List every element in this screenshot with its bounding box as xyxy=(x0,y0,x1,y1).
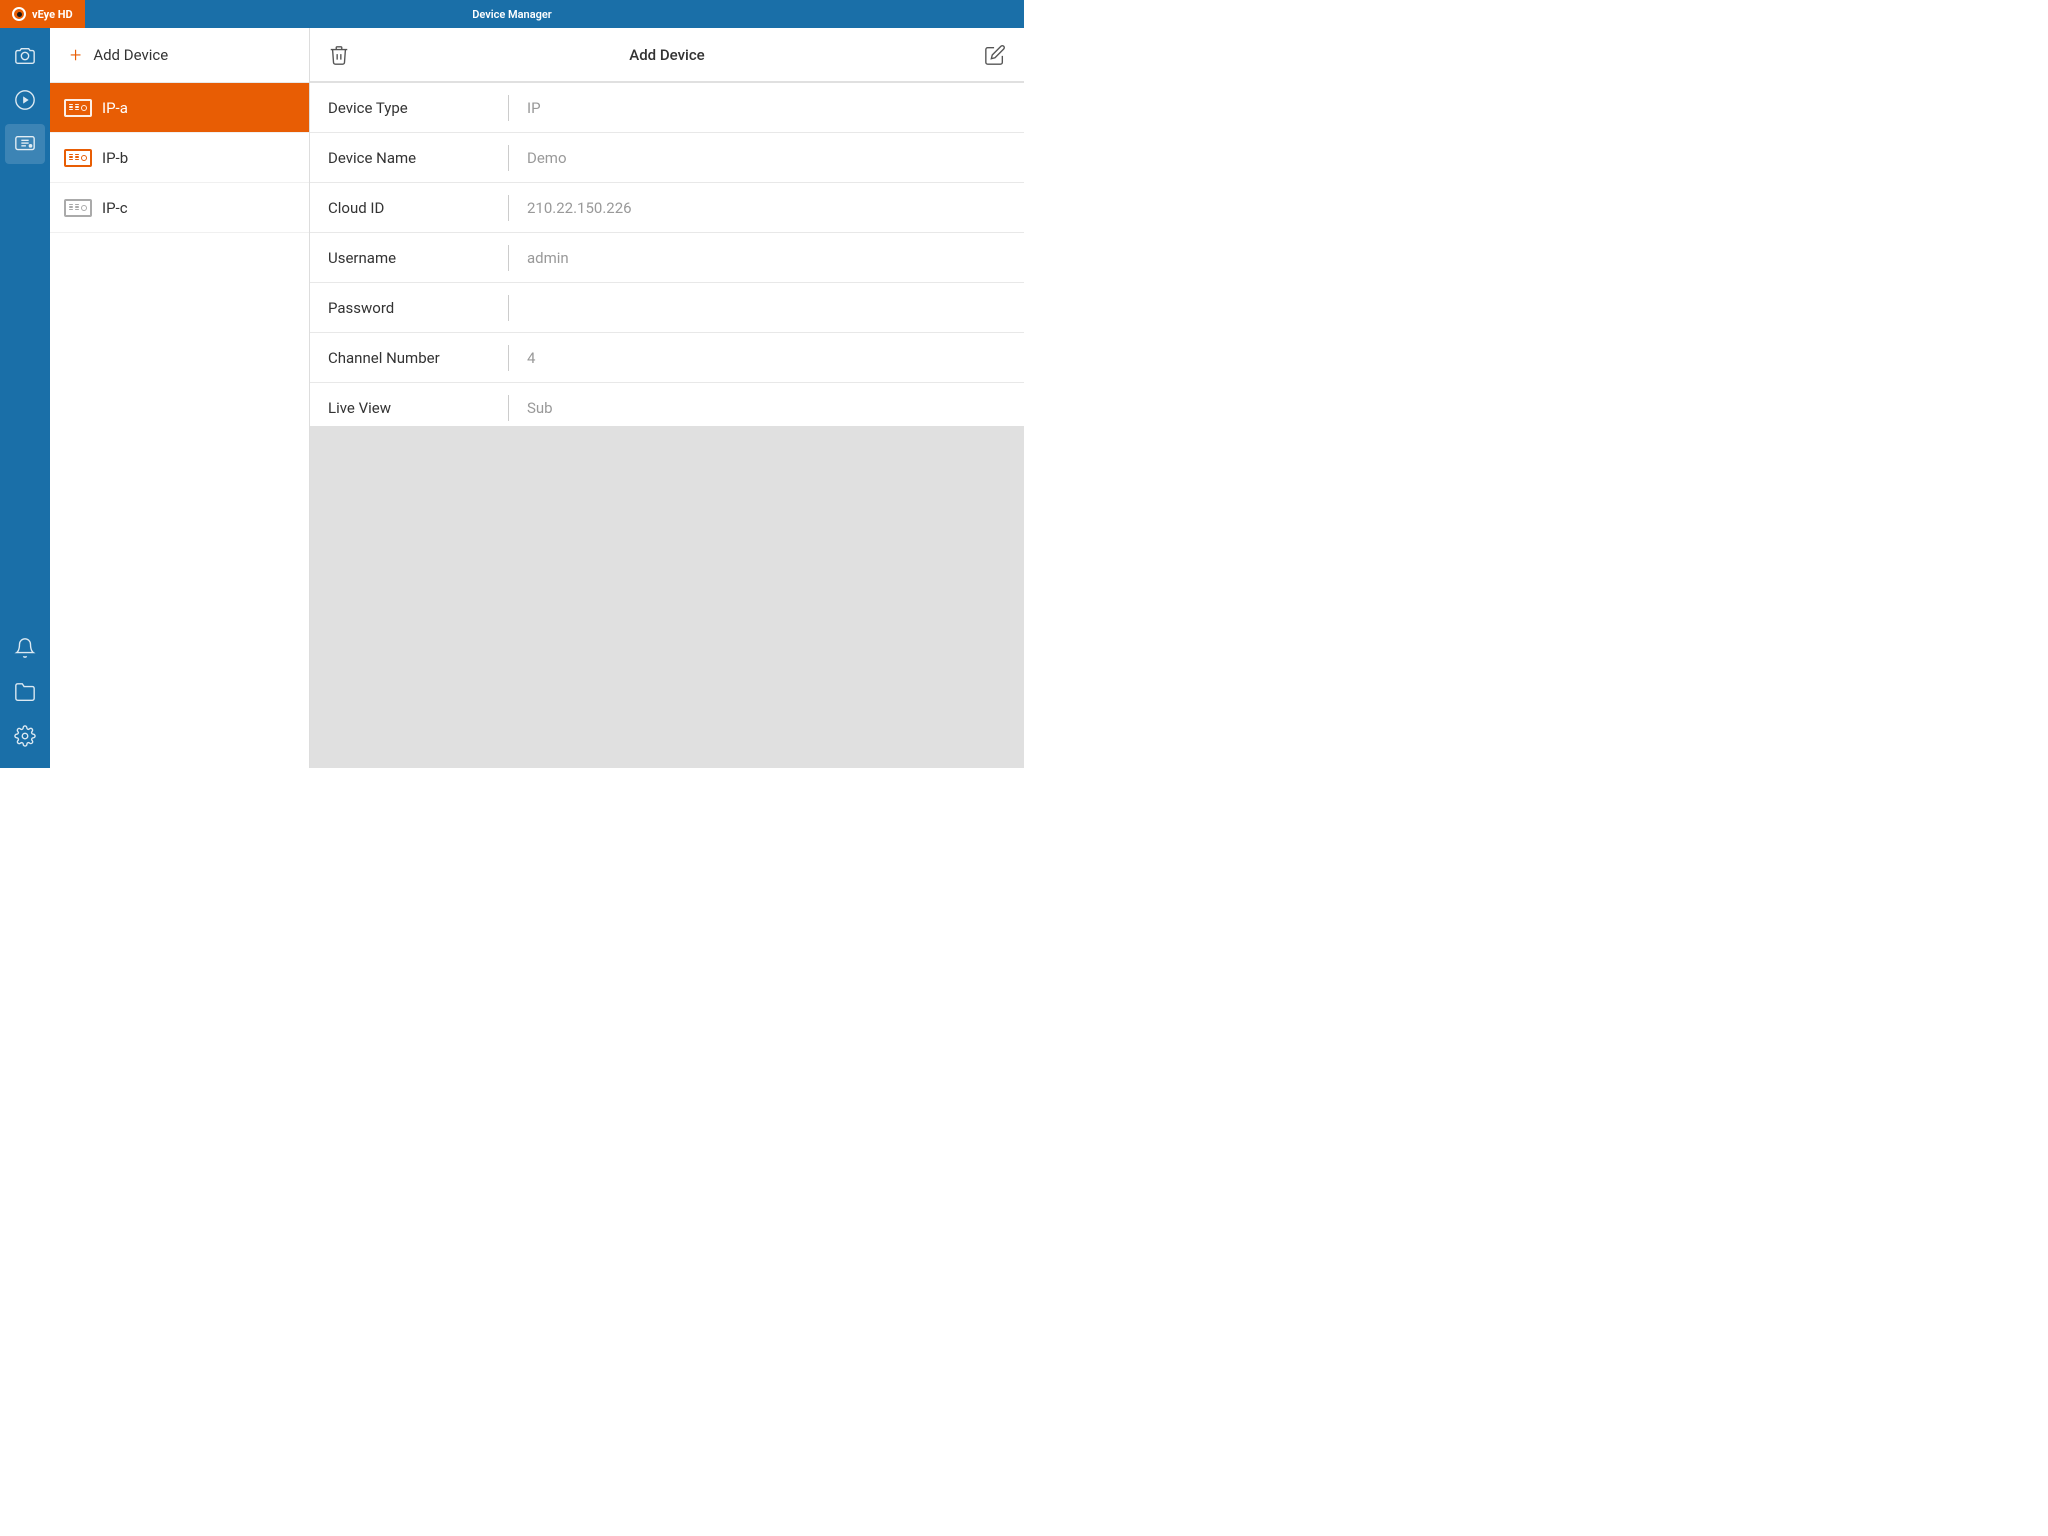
detail-footer xyxy=(310,426,1024,769)
separator xyxy=(508,95,509,121)
app-name: vEye HD xyxy=(32,8,73,21)
detail-title: Add Device xyxy=(350,46,984,64)
device-icon-ip-b xyxy=(64,149,92,167)
device-icon-ip-a xyxy=(64,99,92,117)
label-device-name: Device Name xyxy=(328,149,508,167)
edit-button[interactable] xyxy=(984,44,1006,66)
settings-icon xyxy=(14,725,36,747)
delete-button[interactable] xyxy=(328,44,350,66)
form-row-username: Username admin xyxy=(310,233,1024,283)
form-row-device-type: Device Type IP xyxy=(310,83,1024,133)
label-username: Username xyxy=(328,249,508,267)
sidebar xyxy=(0,28,50,768)
form-rows: Device Type IP Device Name Demo Cloud ID… xyxy=(310,83,1024,426)
form-row-password: Password xyxy=(310,283,1024,333)
app-title: Device Manager xyxy=(472,8,552,21)
detail-panel: Add Device Device Type IP Device Name De… xyxy=(310,28,1024,768)
label-live-view: Live View xyxy=(328,399,508,417)
sidebar-item-notifications[interactable] xyxy=(5,628,45,668)
sidebar-item-device-manager[interactable] xyxy=(5,124,45,164)
sidebar-item-settings[interactable] xyxy=(5,716,45,756)
sidebar-item-camera[interactable] xyxy=(5,36,45,76)
device-icon-ip-c xyxy=(64,199,92,217)
app-logo: vEye HD xyxy=(0,0,85,28)
separator xyxy=(508,345,509,371)
main-layout: + Add Device xyxy=(0,28,1024,768)
separator xyxy=(508,195,509,221)
device-name-ip-c: IP-c xyxy=(102,199,128,217)
value-device-type: IP xyxy=(527,99,541,117)
top-bar: vEye HD Device Manager xyxy=(0,0,1024,28)
separator xyxy=(508,295,509,321)
device-list-panel: + Add Device xyxy=(50,28,310,768)
label-password: Password xyxy=(328,299,508,317)
value-channel-number: 4 xyxy=(527,349,535,367)
sidebar-bottom xyxy=(5,628,45,768)
play-icon xyxy=(14,89,36,111)
device-name-ip-b: IP-b xyxy=(102,149,128,167)
detail-header-left xyxy=(328,44,350,66)
edit-icon xyxy=(984,44,1006,66)
device-list: IP-a xyxy=(50,83,309,768)
label-channel-number: Channel Number xyxy=(328,349,508,367)
logo-icon xyxy=(12,7,26,21)
plus-icon: + xyxy=(70,45,81,65)
folder-icon xyxy=(14,681,36,703)
label-cloud-id: Cloud ID xyxy=(328,199,508,217)
device-item-ip-a[interactable]: IP-a xyxy=(50,83,309,133)
sidebar-item-live[interactable] xyxy=(5,80,45,120)
form-row-device-name: Device Name Demo xyxy=(310,133,1024,183)
separator xyxy=(508,145,509,171)
add-device-label: Add Device xyxy=(93,46,168,64)
detail-header: Add Device xyxy=(310,28,1024,83)
add-device-button[interactable]: + Add Device xyxy=(50,28,309,83)
sidebar-item-files[interactable] xyxy=(5,672,45,712)
device-name-ip-a: IP-a xyxy=(102,99,128,117)
device-item-ip-c[interactable]: IP-c xyxy=(50,183,309,233)
value-username: admin xyxy=(527,249,569,267)
device-item-ip-b[interactable]: IP-b xyxy=(50,133,309,183)
value-device-name: Demo xyxy=(527,149,567,167)
value-live-view: Sub xyxy=(527,399,553,417)
form-row-live-view: Live View Sub xyxy=(310,383,1024,426)
label-device-type: Device Type xyxy=(328,99,508,117)
separator xyxy=(508,245,509,271)
form-row-channel-number: Channel Number 4 xyxy=(310,333,1024,383)
bell-icon xyxy=(14,637,36,659)
trash-icon xyxy=(328,44,350,66)
value-cloud-id: 210.22.150.226 xyxy=(527,199,632,217)
device-manager-icon xyxy=(14,133,36,155)
separator xyxy=(508,395,509,421)
form-row-cloud-id: Cloud ID 210.22.150.226 xyxy=(310,183,1024,233)
camera-icon xyxy=(14,45,36,67)
